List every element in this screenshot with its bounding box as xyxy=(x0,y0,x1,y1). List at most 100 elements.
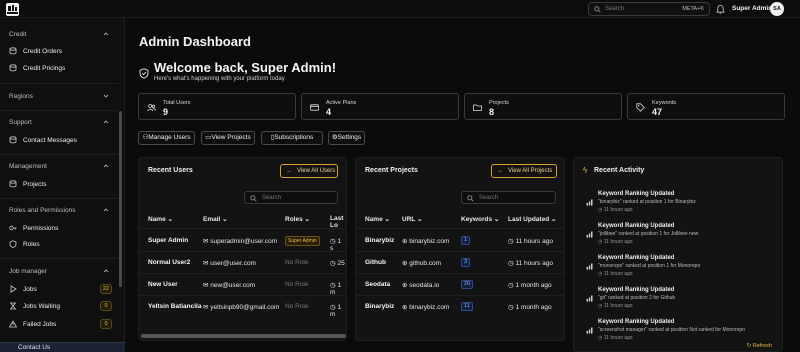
column-header-name[interactable]: Name ⌄ xyxy=(148,215,173,223)
view-all-projects-button[interactable]: → View All Projects xyxy=(491,164,557,178)
sidebar-scrollbar-thumb[interactable] xyxy=(119,111,122,287)
project-name-cell: Binarybiz xyxy=(365,237,395,244)
column-header-keywords[interactable]: Keywords ⌄ xyxy=(461,215,499,223)
stat-value: 9 xyxy=(163,107,169,117)
chevron-down-icon[interactable] xyxy=(103,93,109,99)
sidebar-divider xyxy=(0,154,118,155)
manage-users-button[interactable]: ⚇Manage Users xyxy=(138,131,195,145)
view-all-users-button[interactable]: → View All Users xyxy=(280,164,338,178)
sidebar-item-contact-messages[interactable]: Contact Messages xyxy=(9,134,112,146)
chevron-up-icon[interactable] xyxy=(103,163,109,169)
project-url-cell[interactable]: ⊕ binarybiz.com xyxy=(402,237,449,245)
refresh-button[interactable]: ↻ Refresh xyxy=(747,343,772,349)
stat-card-keywords[interactable]: Keywords 47 xyxy=(627,93,785,120)
sidebar-item-credit-orders[interactable]: Credit Orders xyxy=(9,45,112,57)
user-name-cell: Super Admin xyxy=(148,237,189,244)
contact-us-button[interactable]: Contact Us xyxy=(0,342,125,352)
project-name-cell: Binarybiz xyxy=(365,303,395,310)
column-header-name[interactable]: Name ⌄ xyxy=(365,215,390,223)
user-email-cell: ✉ superadmin@user.com xyxy=(203,238,278,245)
settings-button[interactable]: ⚙Settings xyxy=(328,131,365,145)
chevron-up-icon[interactable] xyxy=(103,119,109,125)
sidebar-section-regions[interactable]: Regions xyxy=(9,93,33,100)
sidebar-item-credit-pricings[interactable]: Credit Pricings xyxy=(9,62,112,74)
sidebar-section-credit[interactable]: Credit xyxy=(9,31,26,38)
sidebar-item-roles[interactable]: Roles xyxy=(9,238,112,250)
activity-item: Keyword Ranking Updated "jollibee" ranke… xyxy=(586,223,766,253)
sidebar-item-projects[interactable]: Projects xyxy=(9,178,112,190)
stat-label: Projects xyxy=(489,100,509,106)
role-cell: No Role xyxy=(285,281,309,288)
count-badge: 22 xyxy=(99,284,112,294)
sidebar-item-label: Projects xyxy=(23,181,47,188)
keyword-count-badge: 1 xyxy=(461,236,470,245)
stat-card-total-users[interactable]: Total Users 9 xyxy=(138,93,296,120)
sidebar-item-label: Failed Jobs xyxy=(23,321,57,328)
activity-description: "screenshot manager" ranked at position … xyxy=(598,327,745,333)
sidebar-section-job-manager[interactable]: Job manager xyxy=(9,268,47,275)
database-icon xyxy=(9,47,17,55)
users-icon xyxy=(147,104,156,112)
recent-users-panel: Recent Users → View All Users Search Nam… xyxy=(138,157,347,341)
sidebar-section-support[interactable]: Support xyxy=(9,119,32,126)
activity-item: Keyword Ranking Updated "monorepo" ranke… xyxy=(586,255,766,285)
column-header-last-updated[interactable]: Last Updated ⌄ xyxy=(508,215,556,223)
button-label: View All Projects xyxy=(508,168,553,174)
projects-search-input[interactable]: Search xyxy=(461,191,556,204)
sidebar-item-jobs[interactable]: Jobs 22 xyxy=(9,283,112,295)
key-icon xyxy=(9,225,17,231)
activity-time: ◷ 11 hours ago xyxy=(598,207,633,213)
global-search-input[interactable]: Search META+K xyxy=(588,2,710,16)
project-name-cell: Seodata xyxy=(365,281,391,288)
horizontal-scrollbar[interactable] xyxy=(141,334,346,338)
database-icon xyxy=(9,180,17,188)
stat-label: Active Plans xyxy=(326,100,357,106)
app-logo[interactable] xyxy=(6,3,19,16)
recent-projects-panel: Recent Projects → View All Projects Sear… xyxy=(355,157,565,341)
activity-title: Keyword Ranking Updated xyxy=(598,287,675,293)
button-label: Subscriptions xyxy=(274,134,314,141)
keyword-count-badge: 20 xyxy=(461,280,473,289)
activity-description: "monorepo" ranked at position 1 for Mono… xyxy=(598,263,701,269)
button-label: Settings xyxy=(337,134,362,141)
project-url-cell[interactable]: ⊕ github.com xyxy=(402,259,441,267)
welcome-subtitle: Here's what's happening with your platfo… xyxy=(154,76,285,82)
stat-card-projects[interactable]: Projects 8 xyxy=(464,93,622,120)
sidebar-item-permissions[interactable]: Permissions xyxy=(9,222,112,234)
row-divider xyxy=(139,273,346,274)
stat-card-active-plans[interactable]: Active Plans 4 xyxy=(301,93,459,120)
sidebar-item-label: Contact Messages xyxy=(23,137,77,144)
column-header-roles[interactable]: Roles ⌄ xyxy=(285,215,310,223)
subscriptions-button[interactable]: ▯Subscriptions xyxy=(261,131,323,145)
sidebar-item-label: Credit Pricings xyxy=(23,65,66,72)
bar-chart-icon xyxy=(586,263,593,270)
sidebar-item-jobs-waiting[interactable]: Jobs Waiting 0 xyxy=(9,300,112,312)
sidebar-section-management[interactable]: Management xyxy=(9,163,47,170)
sidebar-item-failed-jobs[interactable]: Failed Jobs 0 xyxy=(9,318,112,330)
avatar[interactable]: SA xyxy=(770,2,784,16)
activity-description: "binarybiz" ranked at position 1 for Bin… xyxy=(598,199,696,205)
column-header-last-login[interactable]: Last Lo xyxy=(330,215,346,229)
view-projects-button[interactable]: ▭View Projects xyxy=(201,131,255,145)
recent-activity-panel: ϟ Recent Activity Keyword Ranking Update… xyxy=(573,157,783,352)
arrow-right-icon: → xyxy=(286,168,292,174)
stat-label: Keywords xyxy=(652,100,677,106)
stat-value: 47 xyxy=(652,107,663,117)
column-header-email[interactable]: Email ⌄ xyxy=(203,215,228,223)
bell-icon[interactable] xyxy=(716,4,725,14)
card-icon xyxy=(310,104,319,111)
chevron-up-icon[interactable] xyxy=(103,268,109,274)
sidebar: Credit Credit Orders Credit Pricings Reg… xyxy=(0,18,125,352)
keyword-count-badge: 11 xyxy=(461,302,473,311)
bar-chart-icon xyxy=(586,199,593,206)
project-url-cell[interactable]: ⊕ seodata.io xyxy=(402,281,439,289)
user-name[interactable]: Super Admin xyxy=(732,5,772,12)
sidebar-section-roles[interactable]: Roles and Permissions xyxy=(9,207,75,214)
users-search-input[interactable]: Search xyxy=(244,191,338,204)
role-badge: Super Admin xyxy=(285,236,320,246)
column-header-url[interactable]: URL ⌄ xyxy=(402,215,423,223)
sidebar-item-label: Permissions xyxy=(23,225,59,232)
chevron-up-icon[interactable] xyxy=(103,207,109,213)
project-url-cell[interactable]: ⊕ binarybiz.com xyxy=(402,303,449,311)
chevron-up-icon[interactable] xyxy=(103,31,109,37)
